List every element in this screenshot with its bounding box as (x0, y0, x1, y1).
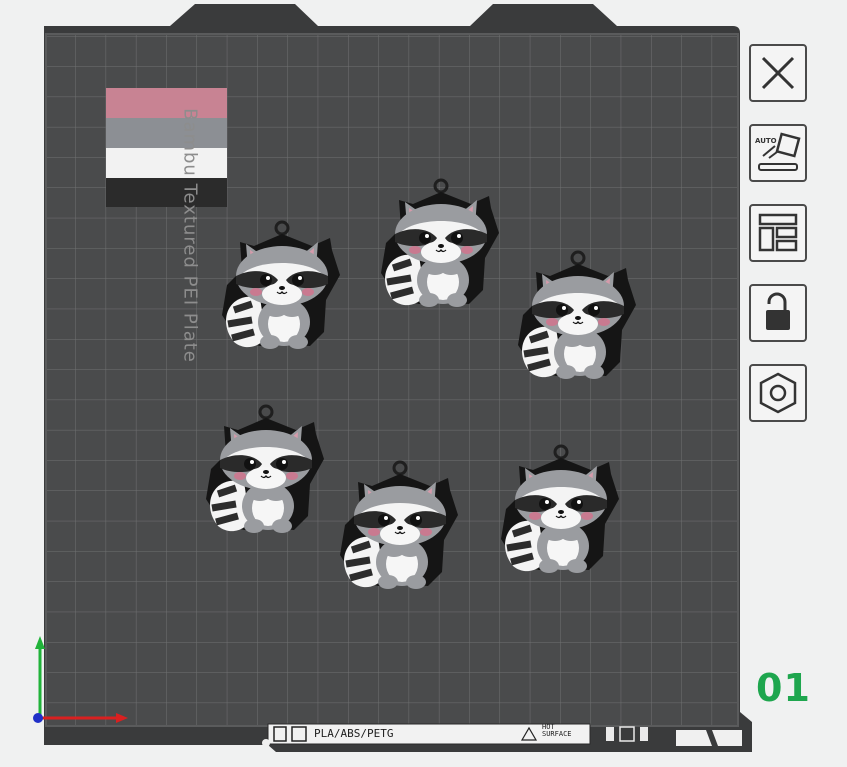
swatch-color-2 (106, 118, 227, 148)
hot-surface-line2: SURFACE (542, 730, 572, 738)
material-compat-text: PLA/ABS/PETG (314, 727, 394, 740)
unlock-icon (766, 292, 790, 330)
hexagon-nut-icon (759, 372, 797, 414)
auto-text: AUTO (755, 137, 777, 145)
swatch-color-1 (106, 88, 227, 118)
hot-surface-warning: HOT SURFACE (542, 724, 572, 738)
auto-orient-icon: AUTO (755, 132, 801, 171)
filament-color-swatch (106, 88, 227, 207)
close-plate-button[interactable] (749, 44, 807, 102)
plate-number: 01 (756, 666, 811, 710)
lock-plate-button[interactable] (749, 284, 807, 342)
plate-settings-button[interactable] (749, 364, 807, 422)
arrange-button[interactable] (749, 204, 807, 262)
3d-viewport[interactable] (0, 0, 847, 767)
close-icon (761, 56, 795, 90)
swatch-color-3 (106, 148, 227, 178)
arrange-icon (758, 213, 798, 252)
plate-name-label: Bambu Textured PEI Plate (179, 108, 201, 363)
swatch-color-4 (106, 178, 227, 207)
auto-orient-button[interactable]: AUTO (749, 124, 807, 182)
